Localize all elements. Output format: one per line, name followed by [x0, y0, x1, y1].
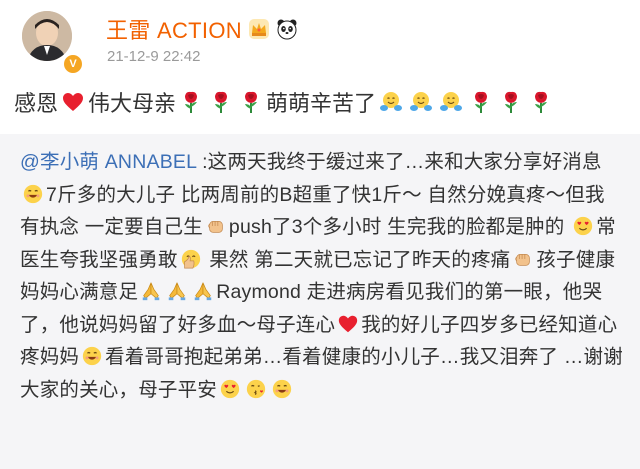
post-header: V 王雷 ACTION 21-12-9 22:42: [0, 0, 640, 78]
repost-body: @李小萌 ANNABEL :这两天我终于缓过来了…来和大家分享好消息 7斤多的大儿…: [20, 146, 624, 406]
rose-icon: [239, 90, 263, 114]
post-text: 感恩 伟大母亲 萌萌辛苦了: [14, 84, 634, 120]
avatar[interactable]: [22, 11, 72, 61]
grin-face-icon: [271, 378, 293, 400]
rose-icon: [179, 90, 203, 114]
praying-hands-icon: [166, 280, 188, 302]
repost-card[interactable]: @李小萌 ANNABEL :这两天我终于缓过来了…来和大家分享好消息 7斤多的大儿…: [0, 134, 640, 469]
hug-face-icon: [439, 90, 463, 114]
rose-icon: [209, 90, 233, 114]
grin-face-icon: [81, 345, 103, 367]
crown-icon: [248, 18, 270, 40]
rose-icon: [499, 90, 523, 114]
post-timestamp: 21-12-9 22:42: [107, 48, 201, 65]
text-segment: 果然 第二天就已忘记了昨天的疼痛: [203, 248, 511, 271]
mention-link[interactable]: @李小萌 ANNABEL: [20, 151, 196, 173]
panda-icon: [276, 18, 298, 40]
fist-icon: [205, 215, 227, 237]
rose-icon: [469, 90, 493, 114]
heart-eyes-face-icon: [572, 215, 594, 237]
red-heart-icon: [337, 313, 359, 335]
fist-icon: [512, 248, 534, 270]
praying-hands-icon: [140, 280, 162, 302]
thumbs-up-icon: [180, 248, 202, 270]
text-segment: 看着哥哥抱起弟弟…看着健康的小儿子…我又泪奔了 …谢谢大家的关心，母子平安: [20, 346, 623, 401]
verified-badge-icon: V: [62, 53, 84, 75]
grin-face-icon: [22, 183, 44, 205]
username[interactable]: 王雷 ACTION: [106, 13, 242, 45]
text-segment: push了3个多小时 生完我的脸都是肿的: [228, 216, 571, 238]
text-segment: 伟大母亲: [88, 91, 177, 116]
hug-face-icon: [409, 90, 433, 114]
text-segment: :这两天我终于缓过来了…来和大家分享好消息: [202, 151, 602, 173]
kiss-face-icon: [245, 378, 267, 400]
heart-eyes-face-icon: [219, 378, 241, 400]
rose-icon: [529, 90, 553, 114]
praying-hands-icon: [192, 280, 214, 302]
text-segment: 感恩: [14, 91, 59, 116]
hug-face-icon: [379, 90, 403, 114]
text-segment: 萌萌辛苦了: [266, 91, 377, 116]
red-heart-icon: [61, 90, 85, 114]
